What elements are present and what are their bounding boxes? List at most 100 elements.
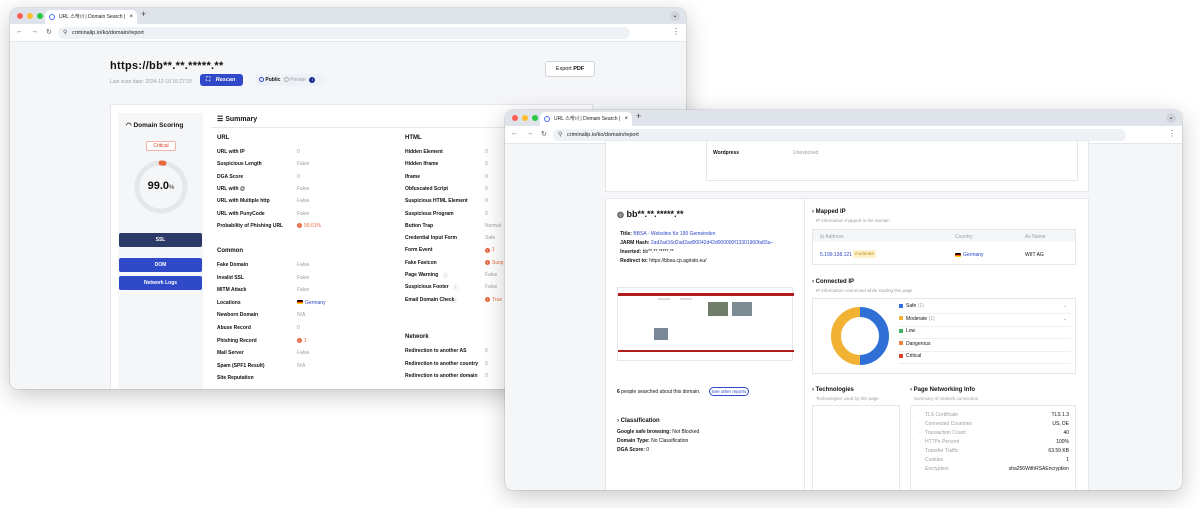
summary-row-value: ! 99.61% xyxy=(297,223,321,229)
info-row: · Inserted: bb**.**.*****.** xyxy=(617,249,797,255)
url-section-title: URL xyxy=(217,135,230,141)
domain-info-card: ◍ bb**.**.*****.** · Title: BBSA - Websi… xyxy=(605,198,1089,490)
chevron-right-icon: › xyxy=(812,279,814,285)
summary-row-label: Suspicious Footer xyxy=(405,284,449,291)
browser-tab[interactable]: URL 스캐너 | Domain Search | × xyxy=(45,10,137,24)
see-reports-button[interactable]: See other reports xyxy=(709,387,749,396)
classification-row: DGA Score: 0 xyxy=(617,447,649,453)
legend-swatch xyxy=(899,353,903,358)
summary-row-value: Germany xyxy=(297,300,326,306)
summary-row-label: Probability of Phishing URL xyxy=(217,222,284,229)
network-label: Transfer Traffic xyxy=(925,448,959,454)
value-text: 0 xyxy=(485,198,488,205)
chevron-down-icon[interactable]: ⌄ xyxy=(1063,316,1067,322)
minimize-window-button[interactable] xyxy=(522,115,528,121)
country-link[interactable]: Germany xyxy=(955,252,984,258)
chevron-down-icon[interactable]: ⌄ xyxy=(1063,303,1067,309)
info-link[interactable]: BBSA - Websites für 190 Gemeinden xyxy=(633,231,715,237)
summary-row-value: False xyxy=(297,262,309,268)
screenshot-image xyxy=(654,328,668,340)
public-radio[interactable] xyxy=(259,77,264,83)
legend-item-dangerous[interactable]: Dangerous xyxy=(899,341,1071,352)
value-text: False xyxy=(297,210,310,217)
summary-row-label: MITM Attack xyxy=(217,287,247,294)
searched-count: 6 people searched about this domain. xyxy=(617,389,701,395)
value-text: 0 xyxy=(485,348,488,354)
close-window-button[interactable] xyxy=(17,13,23,19)
technologies-subtitle: Technologies used by this page xyxy=(816,396,879,401)
legend-label: Critical xyxy=(906,353,922,359)
legend-label: Low xyxy=(906,328,916,334)
forward-icon[interactable]: → xyxy=(526,130,533,138)
summary-row-value: N/A xyxy=(297,312,305,318)
summary-row-value: 0 xyxy=(485,211,488,217)
legend-item-safe[interactable]: Safe (1) ⌄ xyxy=(899,303,1071,314)
info-icon[interactable]: i xyxy=(309,76,316,83)
network-section-title: Network xyxy=(405,334,429,340)
browser-menu-icon[interactable]: ⋮ xyxy=(672,27,680,36)
visibility-toggle[interactable]: Public Private i xyxy=(254,74,326,86)
forward-icon[interactable]: → xyxy=(31,28,38,36)
maximize-window-button[interactable] xyxy=(532,115,538,121)
browser-menu-icon[interactable]: ⋮ xyxy=(1168,129,1176,138)
tab-search-icon[interactable]: ⌄ xyxy=(1166,113,1176,123)
private-radio[interactable] xyxy=(283,77,289,83)
site-settings-icon[interactable]: ⚲ xyxy=(63,27,67,39)
new-tab-icon[interactable]: + xyxy=(636,111,641,121)
screenshot-nav xyxy=(680,298,692,300)
network-logs-button[interactable]: Network Logs xyxy=(119,276,202,290)
legend-item-critical[interactable]: Critical xyxy=(899,353,1071,364)
value-text: Susp xyxy=(492,259,504,266)
minimize-window-button[interactable] xyxy=(27,13,33,19)
classification-row: Domain Type: No Classification xyxy=(617,438,688,444)
info-link[interactable]: 2ad2ad16d2ad2ad00042d42d000000f13301960f… xyxy=(651,240,774,246)
value-text: 0 xyxy=(297,149,300,155)
reload-icon[interactable]: ↻ xyxy=(46,28,52,36)
help-icon[interactable]: ⓘ xyxy=(453,284,458,291)
dom-button[interactable]: DOM xyxy=(119,258,202,272)
network-value: 40 xyxy=(1063,430,1069,436)
maximize-window-button[interactable] xyxy=(37,13,43,19)
help-icon[interactable]: ⓘ xyxy=(443,272,448,279)
summary-row-value: ! True xyxy=(485,297,502,303)
networking-subtitle: Summary of network connection xyxy=(914,396,979,401)
legend-item-moderate[interactable]: Moderate (1) ⌄ xyxy=(899,316,1071,327)
browser-tab[interactable]: URL 스캐너 | Domain Search | × xyxy=(540,112,632,126)
value-text: 0 xyxy=(485,173,488,180)
connected-ip-panel: Safe (1) ⌄ Moderate (1) ⌄ Low Dangerous Critic… xyxy=(812,298,1076,374)
value-text: 1 xyxy=(304,337,307,344)
network-value: 63.59 KB xyxy=(1048,448,1069,454)
value-text: N/A xyxy=(297,312,306,319)
legend-label: Dangerous xyxy=(906,340,931,347)
reload-icon[interactable]: ↻ xyxy=(541,130,547,138)
screenshot-nav xyxy=(658,298,670,300)
ip-address-header: Ip Address xyxy=(820,234,844,240)
close-tab-icon[interactable]: × xyxy=(129,10,133,24)
connected-ip-title: › Connected IP xyxy=(812,279,855,285)
site-settings-icon[interactable]: ⚲ xyxy=(558,129,562,141)
ssl-button[interactable]: SSL xyxy=(119,233,202,247)
warning-icon: ! xyxy=(485,259,490,265)
close-window-button[interactable] xyxy=(512,115,518,121)
summary-row-value: False xyxy=(485,284,497,290)
as-name-header: As Name xyxy=(1025,234,1046,240)
ip-address-link[interactable]: 5.199.138.121 xyxy=(820,252,852,258)
close-tab-icon[interactable]: × xyxy=(624,112,628,126)
network-label: TLS Certificate xyxy=(925,412,959,418)
summary-row-label: Abuse Record xyxy=(217,325,251,331)
value-text: Normal xyxy=(485,222,502,229)
export-pdf-button[interactable]: Export PDF xyxy=(545,61,595,77)
url-input[interactable]: ⚲ criminalip.io/ko/domain/report xyxy=(58,27,630,39)
tab-search-icon[interactable]: ⌄ xyxy=(670,11,680,21)
back-icon[interactable]: ← xyxy=(511,130,518,138)
summary-row-value: False xyxy=(297,350,309,356)
back-icon[interactable]: ← xyxy=(16,28,23,36)
legend-item-low[interactable]: Low xyxy=(899,328,1071,339)
as-name-value: WIIT AG xyxy=(1025,252,1044,258)
new-tab-icon[interactable]: + xyxy=(141,9,146,19)
domain-title: ◍ bb**.**.*****.** xyxy=(617,209,684,219)
help-icon[interactable]: ⓘ xyxy=(453,297,458,304)
screenshot-footer xyxy=(618,350,794,352)
rescan-button[interactable]: ⛶ Rescan xyxy=(200,74,243,86)
network-value: TLS 1.3 xyxy=(1051,412,1069,418)
